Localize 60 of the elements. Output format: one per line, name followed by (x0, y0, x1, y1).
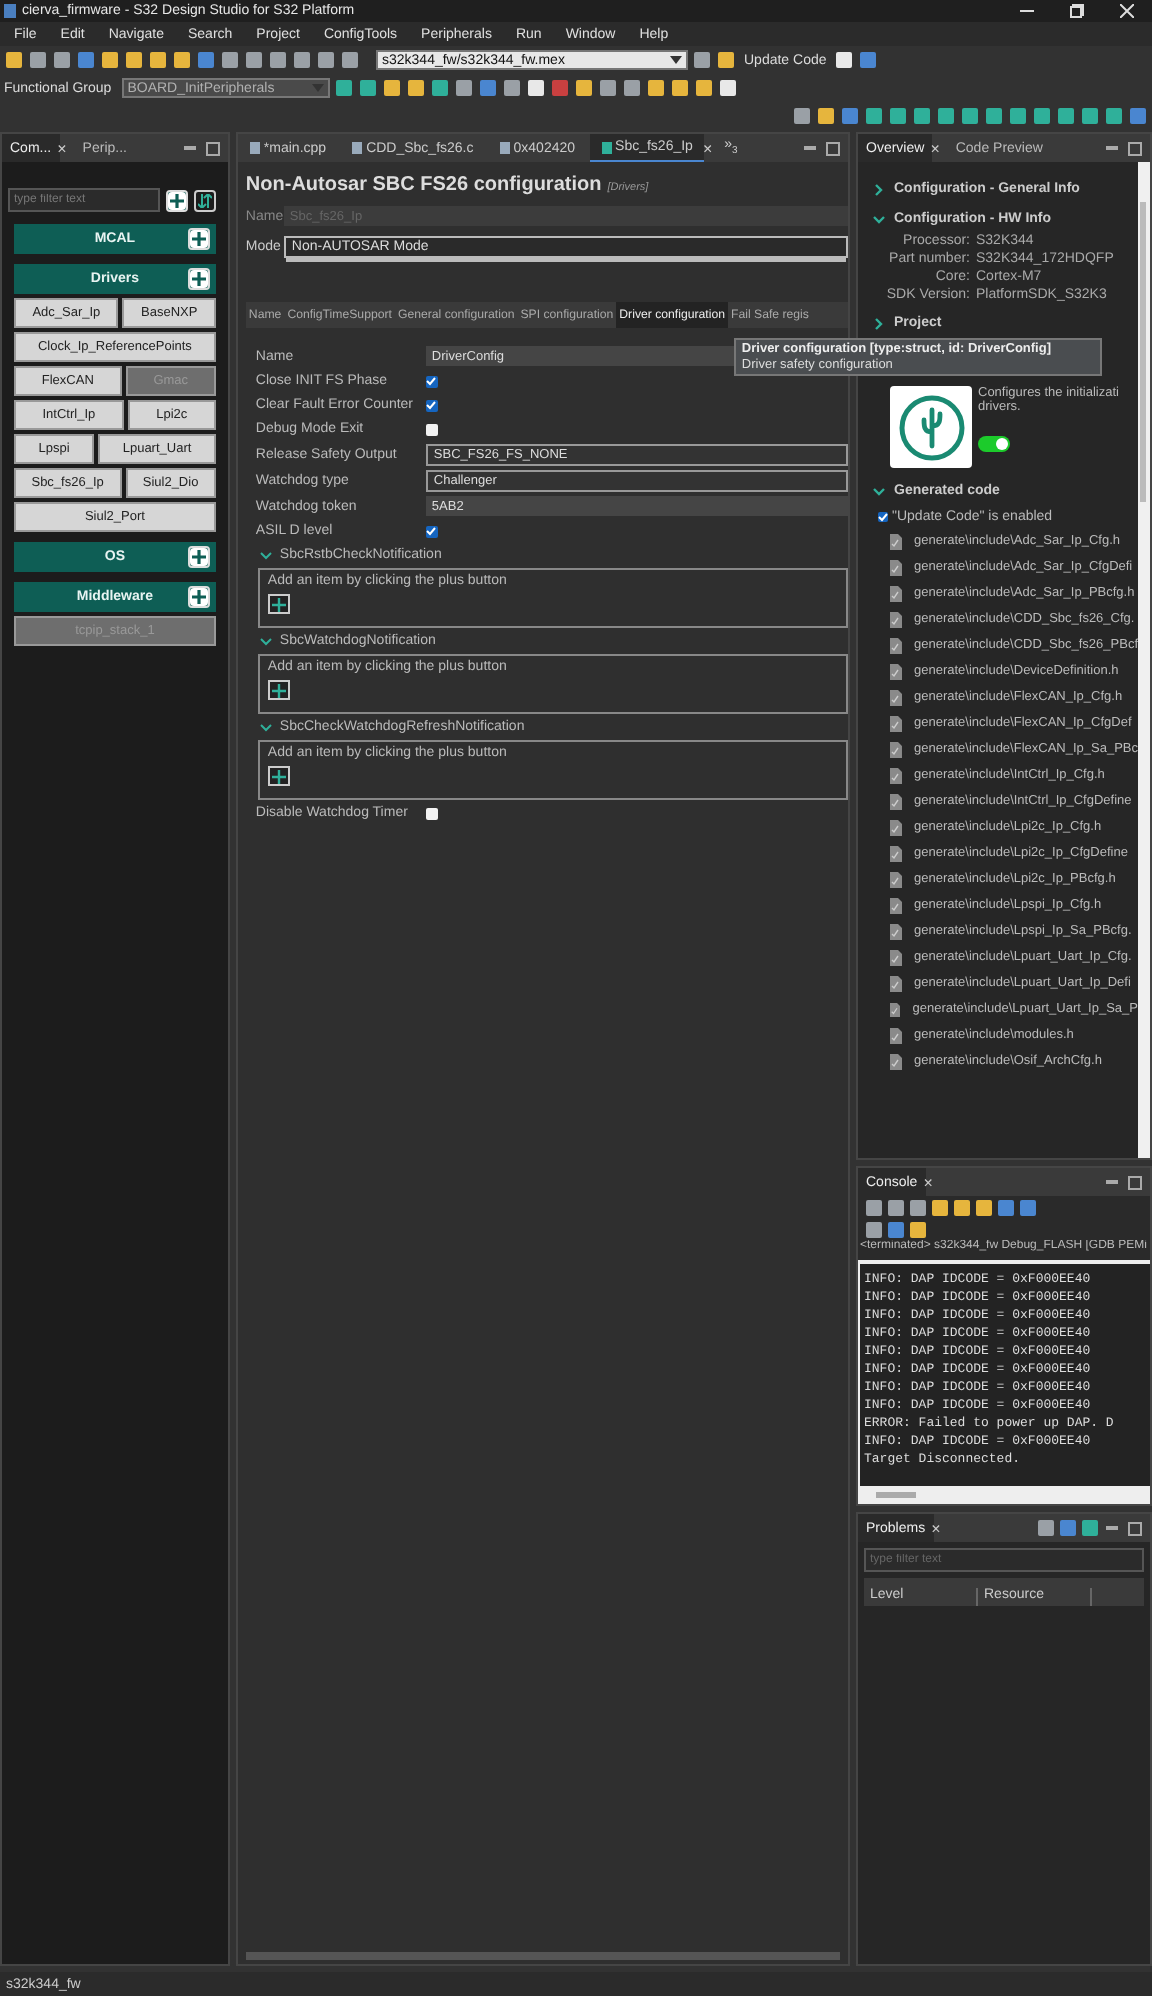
file-icon (890, 533, 902, 549)
chevron-icon[interactable] (259, 637, 272, 645)
add-button[interactable] (187, 546, 210, 568)
close-tab-button[interactable]: × (930, 139, 940, 157)
enable-toggle[interactable] (978, 436, 1010, 452)
file-icon (890, 767, 902, 783)
file-icon (890, 949, 902, 965)
file-icon (890, 897, 902, 913)
maximize-icon[interactable] (205, 141, 220, 155)
file-icon (890, 1053, 902, 1069)
chevron-icon[interactable] (873, 214, 885, 224)
checkbox[interactable] (425, 399, 438, 411)
file-icon (890, 819, 902, 835)
maximize-icon[interactable] (1128, 141, 1142, 155)
file-icon (890, 975, 902, 991)
cactus-logo (890, 386, 972, 468)
file-icon (890, 689, 902, 705)
file-icon (890, 871, 902, 887)
app-logo-icon (4, 4, 16, 18)
checkbox[interactable] (425, 807, 438, 819)
page-heading: Non-Autosar SBC FS26 configuration (245, 174, 602, 196)
scrollbar[interactable] (245, 1952, 840, 1960)
checkbox[interactable] (425, 423, 438, 435)
checkbox[interactable] (425, 525, 438, 537)
chevron-icon[interactable] (259, 551, 272, 559)
chevron-icon[interactable] (259, 723, 272, 731)
chevron-icon[interactable] (873, 486, 885, 496)
file-icon (890, 663, 902, 679)
file-icon (890, 585, 902, 601)
sort-button[interactable] (194, 189, 216, 211)
file-icon (890, 1001, 901, 1017)
checkbox[interactable] (878, 512, 888, 522)
add-button[interactable] (166, 189, 188, 211)
close-tab-button[interactable]: × (702, 139, 713, 157)
close-tab-button[interactable]: × (931, 1519, 941, 1537)
scrollbar[interactable] (1138, 162, 1150, 1158)
file-icon (890, 923, 902, 939)
chevron-icon[interactable] (874, 317, 884, 329)
scrollbar[interactable] (876, 1492, 916, 1498)
file-icon (890, 793, 902, 809)
file-icon (890, 845, 902, 861)
minimize-icon[interactable] (1019, 4, 1033, 18)
maximize-icon[interactable] (826, 141, 840, 155)
maximize-icon[interactable] (1128, 1175, 1142, 1189)
chevron-icon[interactable] (874, 183, 884, 195)
checkbox[interactable] (425, 375, 438, 387)
file-icon (890, 741, 902, 757)
close-icon[interactable] (1119, 4, 1133, 18)
file-icon (890, 715, 902, 731)
restore-icon[interactable] (1069, 4, 1083, 18)
file-icon (890, 611, 902, 627)
file-icon (890, 559, 902, 575)
close-tab-button[interactable]: × (57, 139, 67, 157)
file-icon (890, 1027, 902, 1043)
add-button[interactable] (187, 228, 210, 250)
maximize-icon[interactable] (1128, 1521, 1142, 1535)
close-tab-button[interactable]: × (923, 1173, 933, 1191)
file-icon (890, 637, 902, 653)
add-button[interactable] (187, 268, 210, 290)
add-button[interactable] (187, 586, 210, 608)
